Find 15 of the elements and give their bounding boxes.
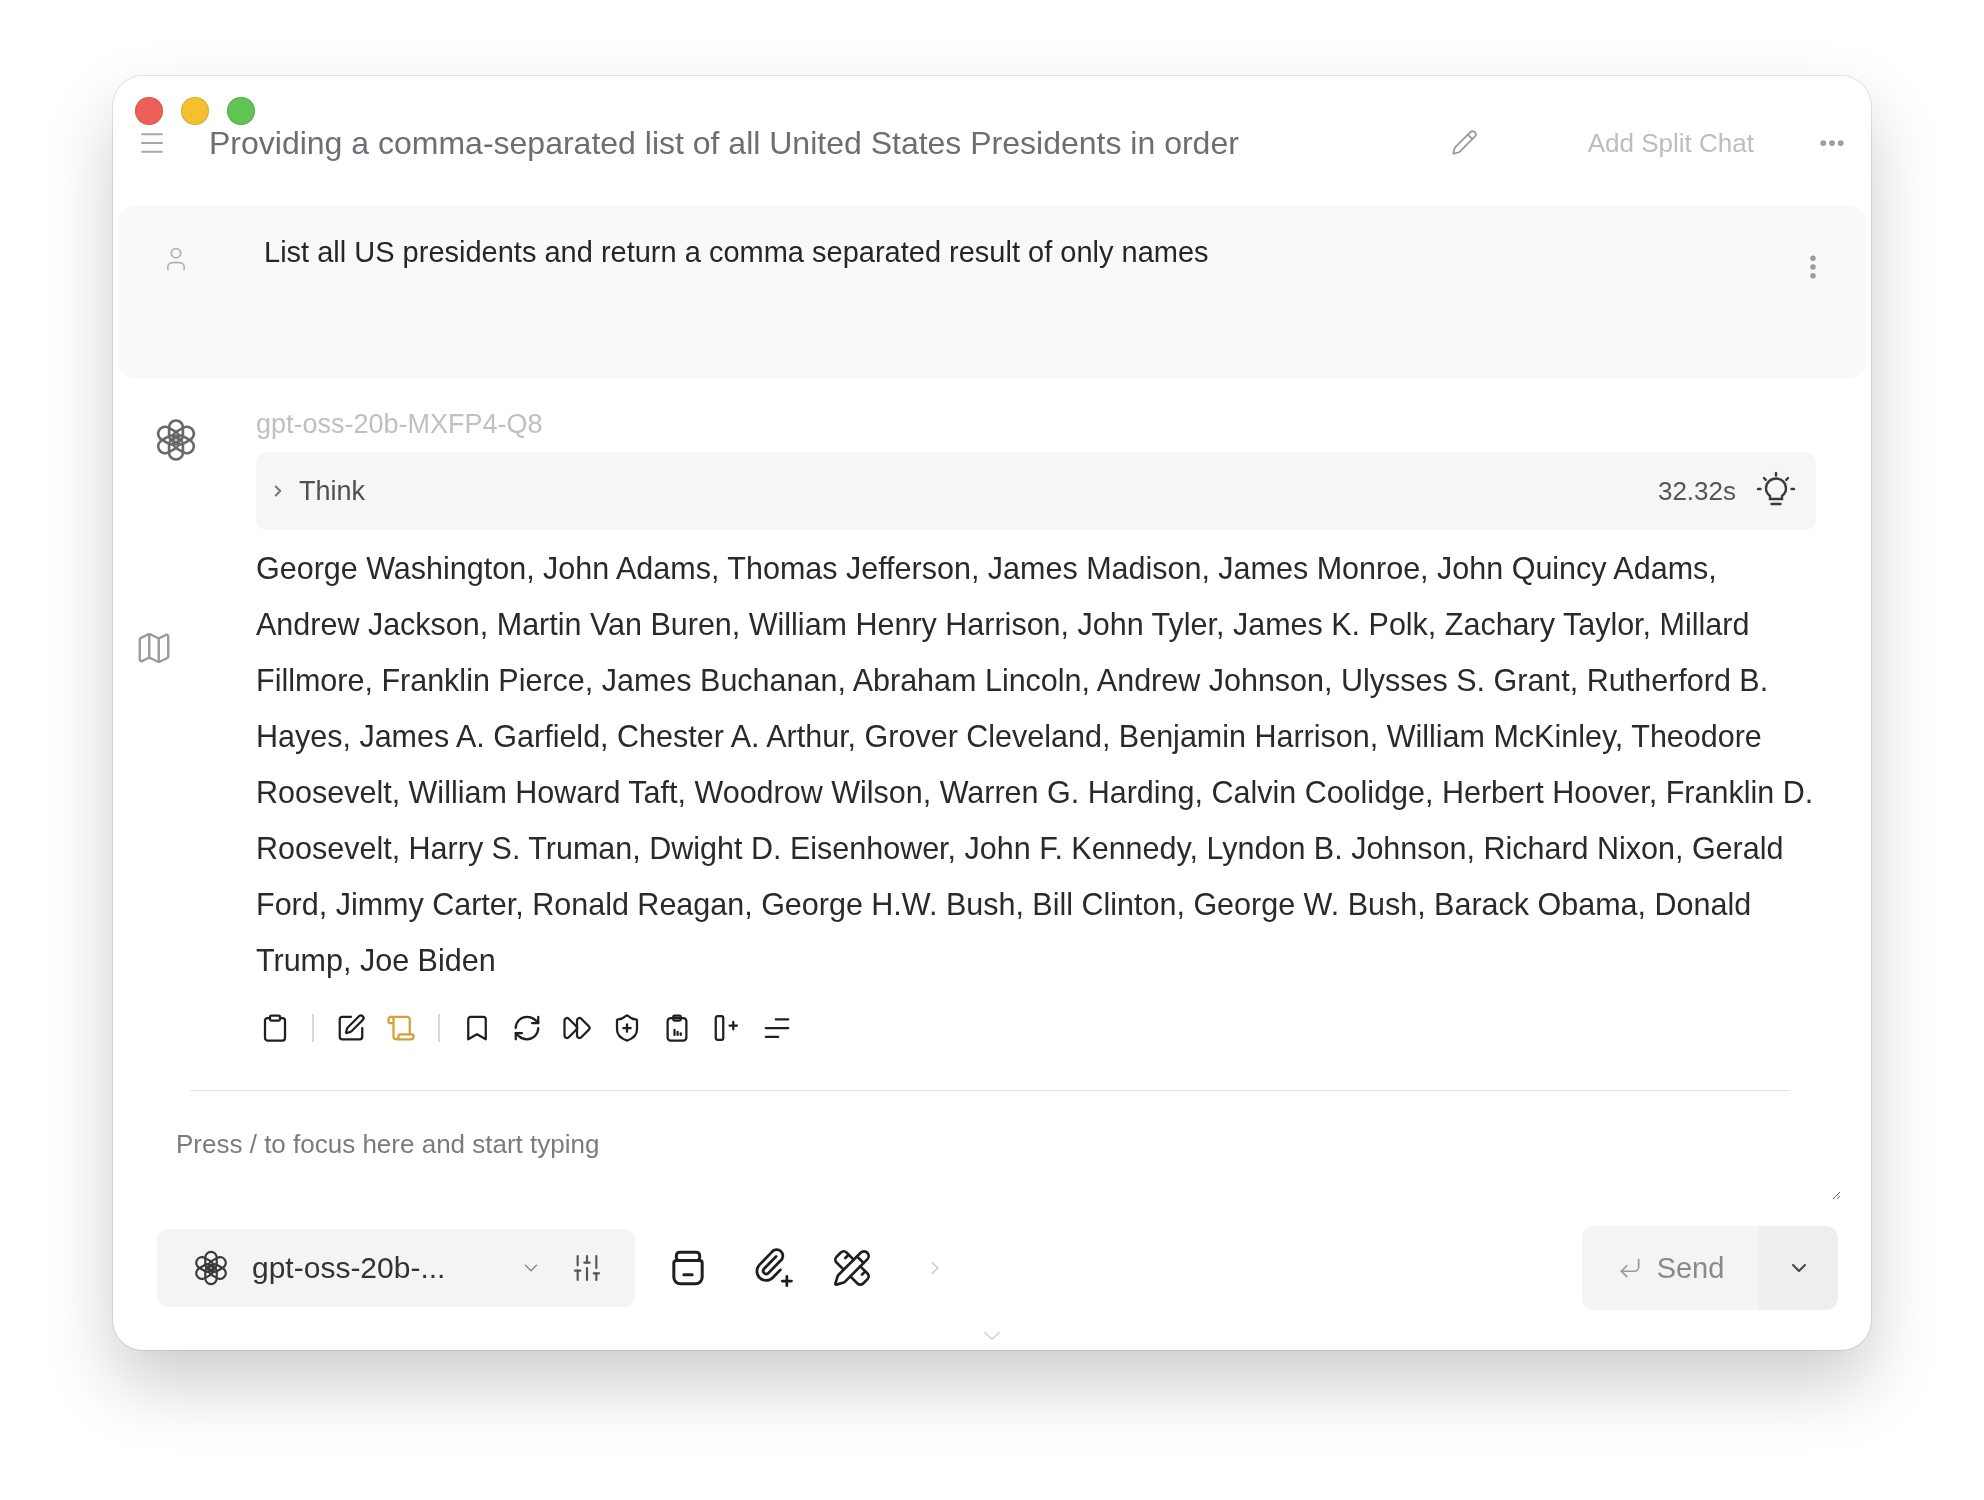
pencil-ruler-icon[interactable] — [832, 1248, 872, 1288]
close-button[interactable] — [135, 97, 163, 125]
assistant-message: George Washington, John Adams, Thomas Jefferson, James Madison, James Monroe, John Quincy Adams, Andrew Jackson, Martin Van Buren, William Henry Harrison, John Tyler, James K. Polk, Zachary Taylor, Millard Fillmore, Franklin Pierce, James Buchanan, Abraham Lincoln, Andrew Johnson, Ulysses S. Grant, Rutherford B. Hayes, James A. Garfield, Chester A. Arthur, Grover Cleveland, Benjamin Harrison, William McKinley, Theodore Roosevelt, William Howard Taft, Woodrow Wilson, Warren G. Harding, Calvin Coolidge, Herbert Hoover, Franklin D. Roosevelt, Harry S. Truman, Dwight D. Eisenhower, John F. Kennedy, Lyndon B. Johnson, Richard Nixon, Gerald Ford, Jimmy Carter, Ronald Reagan, George H.W. Bush, Bill Clinton, George W. Bush, Barack Obama, Donald Trump, Joe Biden — [256, 550, 1815, 980]
zoom-button[interactable] — [227, 97, 255, 125]
sliders-icon[interactable] — [571, 1252, 603, 1284]
model-name: gpt-oss-20b-MXFP4-Q8 — [256, 408, 544, 442]
user-message: List all US presidents and return a comma separated result of only names — [264, 234, 1210, 270]
paperclip-plus-icon[interactable] — [753, 1248, 793, 1288]
think-toggle[interactable]: Think — [269, 474, 366, 509]
thinking-duration: 32.32s — [1657, 475, 1736, 507]
message-input[interactable]: Press / to focus here and start typing — [176, 1128, 1841, 1200]
pencil-icon[interactable] — [1451, 129, 1478, 157]
model-select[interactable]: gpt-oss-20b-... — [192, 1249, 542, 1287]
window-title: Providing a comma-separated list of all United States Presidents in order — [209, 123, 1239, 163]
logo-icon — [192, 1249, 230, 1287]
